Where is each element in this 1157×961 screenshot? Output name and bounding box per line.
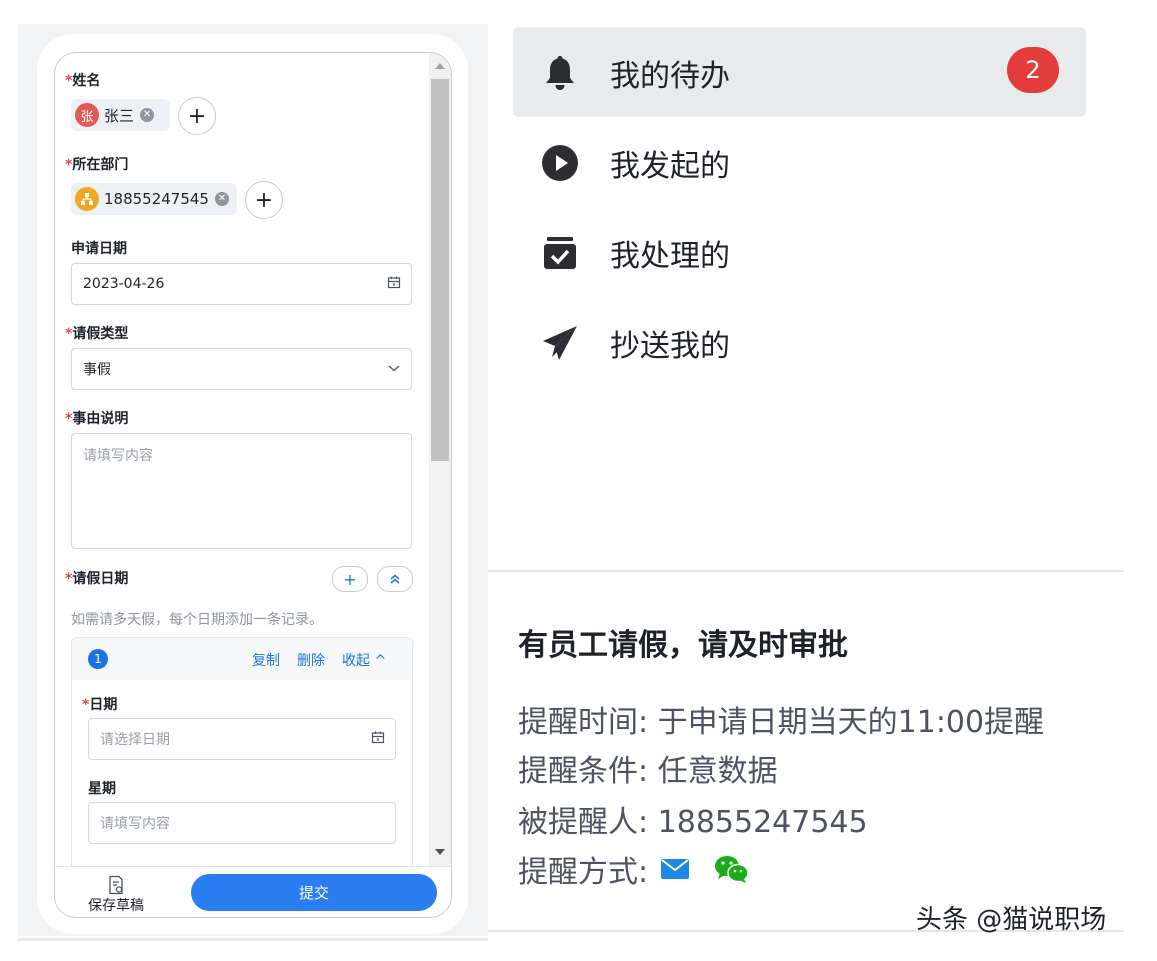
plus-icon: + (187, 103, 207, 129)
mail-icon (660, 858, 690, 880)
play-circle-icon (541, 144, 579, 182)
record-weekday-placeholder: 请填写内容 (100, 816, 170, 832)
menu-item-my-todo[interactable]: 我的待办 2 (513, 27, 1086, 117)
delete-record-link[interactable]: 删除 (297, 650, 325, 670)
leave-dates-label: *请假日期 (65, 571, 129, 587)
notice-condition: 提醒条件: 任意数据 (518, 754, 778, 789)
apply-date-field[interactable]: 2023-04-26 (71, 263, 412, 305)
scroll-thumb[interactable] (431, 79, 449, 461)
record-date-placeholder: 请选择日期 (100, 732, 170, 748)
menu-label-my-todo: 我的待办 (610, 59, 730, 94)
name-chip[interactable]: 张 张三 ✕ (71, 99, 170, 131)
record-date-field[interactable]: 请选择日期 (88, 718, 396, 760)
todo-count-badge: 2 (1007, 47, 1059, 93)
section-divider (488, 570, 1124, 572)
calendar-icon (371, 730, 385, 748)
reason-label: *事由说明 (65, 411, 129, 427)
scroll-down-arrow-icon[interactable] (435, 849, 445, 855)
collapse-record-link[interactable]: 收起 ^ (342, 650, 386, 670)
chevron-down-icon (387, 361, 401, 377)
draft-icon (71, 873, 161, 895)
leave-type-label: *请假类型 (65, 326, 129, 342)
plus-icon: + (254, 187, 274, 213)
scroll-up-arrow-icon[interactable] (435, 63, 445, 69)
form-action-bar: 保存草稿 提交 (55, 866, 451, 917)
notice-method-label: 提醒方式: (518, 855, 649, 890)
record-weekday-field[interactable]: 请填写内容 (88, 802, 396, 844)
menu-item-processed[interactable]: 我处理的 (513, 207, 1086, 297)
leave-form: *姓名 张 张三 ✕ + *所在部门 18855247545 ✕ + 申请日期 … (54, 52, 452, 918)
record-weekday-label: 星期 (88, 781, 116, 797)
chevron-up-icon: ^ (374, 653, 387, 669)
department-chip-text: 18855247545 (104, 190, 209, 208)
menu-label-cc: 抄送我的 (610, 329, 730, 364)
bell-icon (541, 54, 579, 92)
copy-record-link[interactable]: 复制 (252, 650, 280, 670)
reason-textarea[interactable]: 请填写内容 (71, 433, 412, 549)
add-name-button[interactable]: + (178, 97, 216, 135)
leave-date-record: 1 复制 删除 收起 ^ *日期 请选择日期 星期 请填写内容 (71, 637, 413, 866)
collapse-all-button[interactable] (377, 566, 413, 592)
form-panel-divider (18, 938, 488, 941)
watermark: 头条 @猫说职场 (916, 905, 1107, 935)
add-department-button[interactable]: + (245, 181, 283, 219)
menu-item-initiated[interactable]: 我发起的 (513, 117, 1086, 207)
form-scroll-area: *姓名 张 张三 ✕ + *所在部门 18855247545 ✕ + 申请日期 … (55, 53, 429, 866)
menu-label-processed: 我处理的 (610, 239, 730, 274)
reason-placeholder: 请填写内容 (83, 448, 153, 464)
leave-type-select[interactable]: 事假 (71, 348, 412, 390)
double-chevron-up-icon (389, 570, 401, 589)
notice-time: 提醒时间: 于申请日期当天的11:00提醒 (518, 705, 1045, 740)
avatar: 张 (75, 103, 99, 127)
menu-item-cc[interactable]: 抄送我的 (513, 297, 1086, 387)
remove-icon[interactable]: ✕ (214, 192, 229, 206)
record-header: 1 复制 删除 收起 ^ (72, 638, 412, 680)
plus-icon: + (343, 569, 357, 589)
name-label: *姓名 (65, 73, 101, 89)
leave-dates-hint: 如需请多天假，每个日期添加一条记录。 (71, 612, 323, 628)
wechat-icon (714, 854, 750, 884)
submit-button[interactable]: 提交 (191, 874, 437, 911)
record-index: 1 (88, 649, 108, 669)
notice-title: 有员工请假，请及时审批 (518, 628, 848, 663)
menu-label-initiated: 我发起的 (610, 149, 730, 184)
apply-date-label: 申请日期 (71, 241, 127, 257)
calendar-icon (387, 275, 401, 293)
department-chip[interactable]: 18855247545 ✕ (71, 183, 237, 215)
record-date-label: *日期 (82, 697, 118, 713)
notice-method: 提醒方式: (518, 847, 750, 891)
leave-type-value: 事假 (83, 362, 111, 378)
paper-plane-icon (541, 324, 579, 362)
name-chip-text: 张三 (104, 106, 135, 125)
add-record-button[interactable]: + (332, 566, 368, 592)
apply-date-value: 2023-04-26 (83, 276, 165, 292)
checked-archive-icon (541, 234, 579, 272)
org-icon (75, 187, 99, 211)
save-draft-button[interactable]: 保存草稿 (71, 873, 161, 915)
form-scrollbar[interactable] (429, 53, 451, 866)
save-draft-label: 保存草稿 (88, 898, 144, 914)
department-label: *所在部门 (65, 157, 129, 173)
remove-icon[interactable]: ✕ (140, 108, 155, 122)
notice-recipient: 被提醒人: 18855247545 (518, 805, 868, 840)
